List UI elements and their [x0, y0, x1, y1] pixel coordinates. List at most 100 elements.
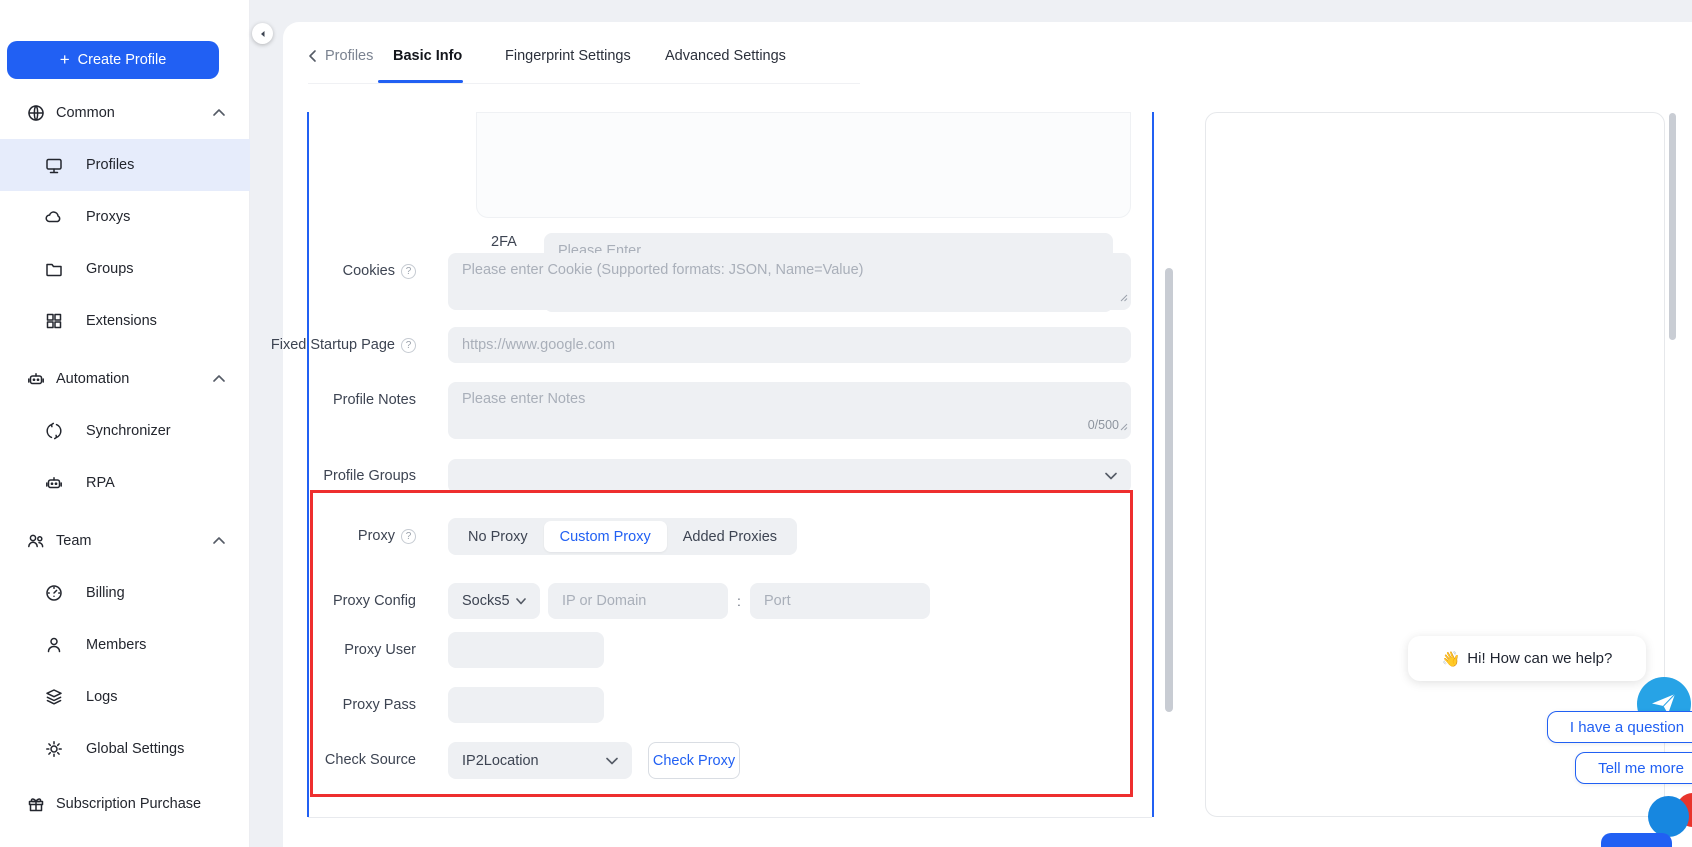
sidebar-item-label: Logs	[86, 689, 117, 705]
sidebar: + Create Profile Common Profiles Proxys	[0, 0, 250, 847]
tabbar-divider	[308, 83, 860, 84]
proxy-protocol-value: Socks5	[462, 593, 510, 609]
panel-scrollbar[interactable]	[1669, 113, 1676, 340]
grid-icon	[44, 311, 64, 331]
chat-launcher-icon[interactable]	[1648, 796, 1689, 837]
sidebar-item-label: Groups	[86, 261, 134, 277]
sidebar-item-label: RPA	[86, 475, 115, 491]
create-profile-button[interactable]: + Create Profile	[7, 41, 219, 79]
sidebar-section-team[interactable]: Team	[0, 524, 250, 558]
sync-icon	[44, 421, 64, 441]
tab-fingerprint-settings[interactable]: Fingerprint Settings	[505, 48, 631, 64]
chat-quick-reply-more[interactable]: Tell me more	[1575, 752, 1692, 784]
sidebar-item-label: Members	[86, 637, 146, 653]
check-source-label: Check Source	[325, 752, 416, 768]
form-left-rail	[307, 112, 309, 817]
form-scrollbar[interactable]	[1165, 268, 1173, 712]
cloud-icon	[44, 207, 64, 227]
proxy-user-input[interactable]	[462, 642, 590, 658]
sidebar-section-common[interactable]: Common	[0, 96, 250, 130]
folder-icon	[44, 259, 64, 279]
sidebar-item-label: Global Settings	[86, 741, 184, 757]
credentials-card: 2FA Password Note	[476, 112, 1131, 218]
proxy-port-input[interactable]	[764, 593, 916, 609]
proxy-user-input-box	[448, 632, 604, 668]
proxy-pass-input-box	[448, 687, 604, 723]
monitor-icon	[44, 155, 64, 175]
sidebar-section-label: Common	[56, 105, 115, 121]
sidebar-item-subscription-purchase[interactable]: Subscription Purchase	[0, 787, 250, 821]
person-icon	[44, 635, 64, 655]
sidebar-item-logs[interactable]: Logs	[0, 680, 250, 714]
chat-greeting-bubble[interactable]: 👋 Hi! How can we help?	[1408, 636, 1646, 681]
form-bottom-divider	[308, 817, 1152, 818]
cookies-textarea-box	[448, 253, 1131, 310]
sidebar-item-global-settings[interactable]: Global Settings	[0, 732, 250, 766]
profile-groups-label: Profile Groups	[323, 468, 416, 484]
sidebar-item-rpa[interactable]: RPA	[0, 466, 250, 500]
proxy-config-label: Proxy Config	[333, 593, 416, 609]
chevron-down-icon	[516, 593, 526, 609]
footer-primary-button[interactable]	[1601, 833, 1672, 847]
tab-advanced-settings[interactable]: Advanced Settings	[665, 48, 786, 64]
create-profile-label: Create Profile	[78, 52, 167, 68]
chevron-left-icon	[308, 49, 317, 63]
chat-quick-reply-question[interactable]: I have a question	[1547, 711, 1692, 743]
proxy-mode-added-proxies[interactable]: Added Proxies	[667, 521, 793, 552]
help-icon[interactable]: ?	[401, 264, 416, 279]
robot-icon	[44, 473, 64, 493]
sidebar-item-synchronizer[interactable]: Synchronizer	[0, 414, 250, 448]
sidebar-item-extensions[interactable]: Extensions	[0, 304, 250, 338]
proxy-mode-segmented: No Proxy Custom Proxy Added Proxies	[448, 518, 797, 555]
sidebar-collapse-button[interactable]	[252, 23, 273, 44]
proxy-host-input-box	[548, 583, 728, 619]
sidebar-section-label: Team	[56, 533, 91, 549]
resize-handle-icon[interactable]	[1119, 418, 1128, 436]
robot-icon	[26, 369, 46, 389]
proxy-protocol-select[interactable]: Socks5	[448, 583, 540, 619]
check-proxy-button[interactable]: Check Proxy	[648, 742, 740, 779]
globe-icon	[26, 103, 46, 123]
sidebar-item-members[interactable]: Members	[0, 628, 250, 662]
help-icon[interactable]: ?	[401, 338, 416, 353]
sidebar-item-billing[interactable]: Billing	[0, 576, 250, 610]
proxy-pass-input[interactable]	[462, 697, 590, 713]
sidebar-item-label: Subscription Purchase	[56, 796, 201, 812]
sidebar-item-groups[interactable]: Groups	[0, 252, 250, 286]
chevron-up-icon[interactable]	[212, 105, 226, 121]
cookies-textarea[interactable]	[462, 262, 1117, 294]
chevron-down-icon	[1105, 468, 1117, 484]
profile-notes-label: Profile Notes	[333, 392, 416, 408]
sidebar-section-automation[interactable]: Automation	[0, 362, 250, 396]
proxy-mode-no-proxy[interactable]: No Proxy	[452, 521, 544, 552]
check-source-value: IP2Location	[462, 753, 539, 769]
chevron-left-icon	[259, 30, 267, 38]
chevron-down-icon	[606, 753, 618, 769]
proxy-pass-label: Proxy Pass	[343, 697, 416, 713]
startup-page-input[interactable]	[462, 337, 1117, 353]
profile-notes-textarea[interactable]	[462, 391, 1117, 423]
check-source-select[interactable]: IP2Location	[448, 742, 632, 779]
gift-icon	[26, 794, 46, 814]
chevron-up-icon[interactable]	[212, 533, 226, 549]
help-icon[interactable]: ?	[401, 529, 416, 544]
sidebar-item-label: Extensions	[86, 313, 157, 329]
gear-icon	[44, 739, 64, 759]
profile-groups-select[interactable]	[448, 459, 1131, 493]
back-to-profiles-link[interactable]: Profiles	[308, 48, 373, 64]
host-port-separator: :	[733, 583, 745, 619]
sidebar-section-label: Automation	[56, 371, 129, 387]
sidebar-item-label: Proxys	[86, 209, 130, 225]
app-window: + Create Profile Common Profiles Proxys	[0, 0, 1692, 847]
resize-handle-icon[interactable]	[1119, 289, 1128, 307]
startup-page-label: Fixed Startup Page	[271, 337, 395, 353]
proxy-mode-custom-proxy[interactable]: Custom Proxy	[544, 521, 667, 552]
proxy-host-input[interactable]	[562, 593, 714, 609]
sidebar-item-label: Synchronizer	[86, 423, 171, 439]
tab-basic-info[interactable]: Basic Info	[393, 48, 462, 64]
chevron-up-icon[interactable]	[212, 371, 226, 387]
wave-emoji: 👋	[1442, 650, 1461, 668]
sidebar-item-proxys[interactable]: Proxys	[0, 200, 250, 234]
char-counter: 0/500	[1088, 418, 1119, 432]
sidebar-item-profiles[interactable]: Profiles	[0, 139, 250, 191]
